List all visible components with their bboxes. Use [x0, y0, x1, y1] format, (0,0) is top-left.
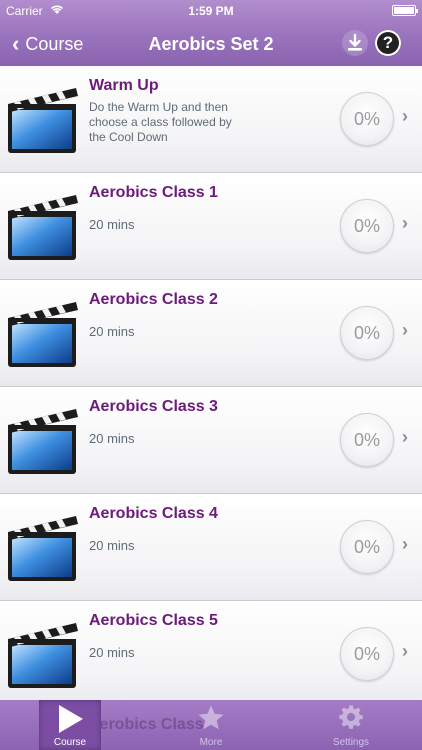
list-item[interactable]: Aerobics Class 5 20 mins 0% › [0, 601, 422, 708]
progress-badge: 0% [340, 199, 394, 253]
list-item[interactable]: Aerobics Class 2 20 mins 0% › [0, 280, 422, 387]
lesson-title: Aerobics Class 1 [89, 184, 218, 201]
download-icon [348, 33, 362, 51]
status-bar: Carrier 1:59 PM [0, 0, 422, 22]
progress-badge: 0% [340, 92, 394, 146]
chevron-right-icon: › [402, 106, 408, 126]
progress-badge: 0% [340, 627, 394, 681]
chevron-right-icon: › [402, 534, 408, 554]
status-time: 1:59 PM [188, 4, 234, 18]
list-item[interactable]: Aerobics Class 3 20 mins 0% › [0, 387, 422, 494]
help-icon: ? [382, 33, 394, 52]
lesson-title: Warm Up [89, 77, 159, 94]
help-button[interactable]: ? [375, 30, 401, 56]
lesson-subtitle: 20 mins [89, 431, 135, 446]
list-item[interactable]: Aerobics Class 4 20 mins 0% › [0, 494, 422, 601]
lesson-subtitle: 20 mins [89, 645, 135, 660]
lesson-list: Warm Up Do the Warm Up and then choose a… [0, 66, 422, 708]
lesson-title: Aerobics Class 2 [89, 291, 218, 308]
lesson-subtitle: Do the Warm Up and then choose a class f… [89, 100, 232, 144]
clapperboard-icon [8, 195, 78, 260]
tab-course[interactable]: Course [39, 700, 101, 750]
clapperboard-icon [8, 516, 78, 581]
progress-badge: 0% [340, 306, 394, 360]
lesson-title: Aerobics Class 4 [89, 505, 218, 522]
tab-course-label: Course [53, 737, 87, 748]
chevron-right-icon: › [402, 427, 408, 447]
download-button[interactable] [342, 30, 368, 56]
lesson-subtitle: 20 mins [89, 538, 135, 553]
progress-badge: 0% [340, 413, 394, 467]
battery-icon [392, 5, 418, 16]
star-icon [198, 705, 224, 730]
tab-more[interactable]: More [180, 700, 242, 750]
lesson-title: Aerobics Class 5 [89, 612, 218, 629]
list-item[interactable]: Warm Up Do the Warm Up and then choose a… [0, 66, 422, 173]
clapperboard-icon [8, 409, 78, 474]
progress-badge: 0% [340, 520, 394, 574]
tab-bar: Aerobics Class Course More Settings [0, 700, 422, 750]
gear-icon [339, 705, 363, 729]
top-bar: Carrier 1:59 PM ‹ Course Aerobics Set 2 … [0, 0, 422, 66]
list-item[interactable]: Aerobics Class 1 20 mins 0% › [0, 173, 422, 280]
clapperboard-icon [8, 88, 78, 153]
clapperboard-icon [8, 623, 78, 688]
tab-settings[interactable]: Settings [320, 700, 382, 750]
lesson-subtitle: 20 mins [89, 324, 135, 339]
chevron-right-icon: › [402, 320, 408, 340]
lesson-subtitle: 20 mins [89, 217, 135, 232]
tab-settings-label: Settings [332, 737, 370, 748]
chevron-right-icon: › [402, 213, 408, 233]
lesson-title: Aerobics Class 3 [89, 398, 218, 415]
tab-more-label: More [199, 737, 223, 748]
clapperboard-icon [8, 302, 78, 367]
play-icon [59, 705, 83, 733]
chevron-right-icon: › [402, 641, 408, 661]
